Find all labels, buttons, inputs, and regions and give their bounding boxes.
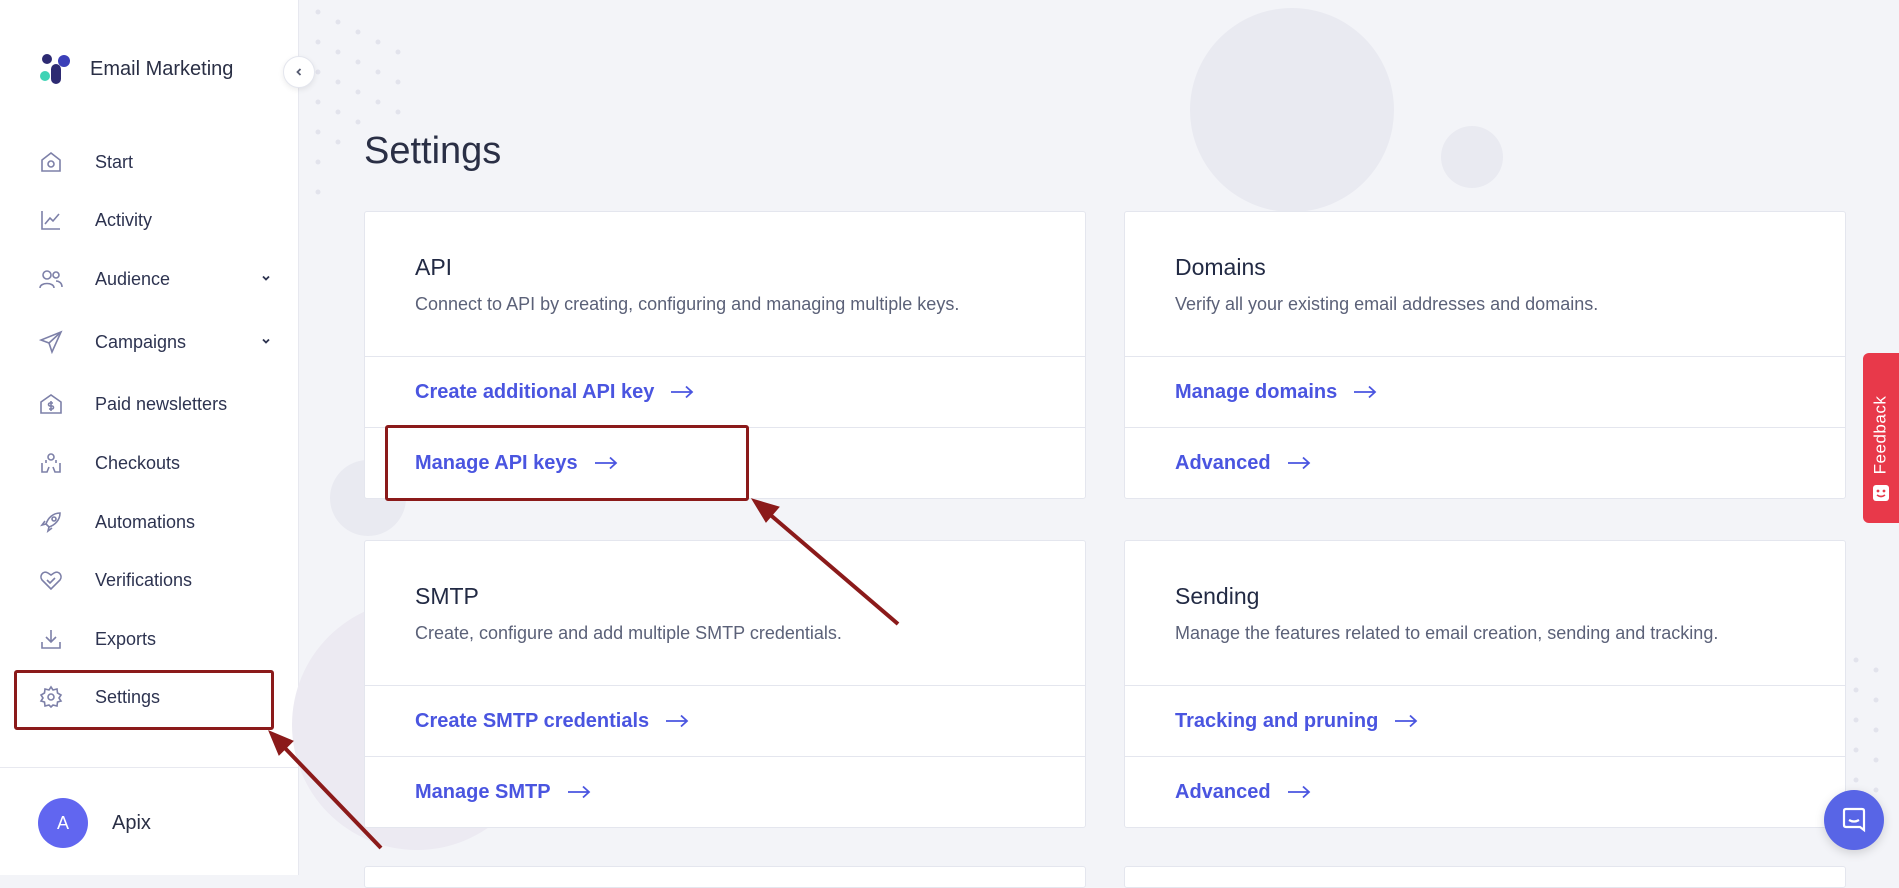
sidebar-item-label: Checkouts [95, 452, 181, 473]
manage-domains-link[interactable]: Manage domains [1125, 357, 1845, 427]
link-label: Advanced [1175, 780, 1271, 803]
chart-line-icon [38, 207, 64, 233]
arrow-right-icon [567, 785, 591, 799]
card-title: SMTP [415, 583, 479, 609]
dollar-house-icon [38, 391, 64, 417]
card-description: Connect to API by creating, configuring … [415, 294, 960, 314]
collapse-sidebar-button[interactable] [283, 56, 315, 88]
sidebar-item-label: Activity [95, 209, 153, 230]
home-icon [38, 149, 64, 175]
settings-card-smtp: SMTP Create, configure and add multiple … [364, 540, 1086, 828]
sidebar-item-exports[interactable]: Exports [38, 619, 278, 659]
arrow-right-icon [1394, 714, 1418, 728]
paper-plane-icon [38, 329, 64, 355]
smiley-icon [1872, 484, 1890, 507]
sidebar-item-paid-newsletters[interactable]: Paid newsletters [38, 384, 278, 424]
domains-advanced-link[interactable]: Advanced [1125, 427, 1845, 498]
settings-card-partial [1124, 866, 1846, 888]
feedback-label: Feedback [1870, 395, 1890, 475]
sidebar-item-automations[interactable]: Automations [38, 502, 278, 542]
sidebar-item-label: Exports [95, 628, 157, 649]
sidebar-item-audience[interactable]: Audience [38, 259, 278, 299]
sidebar: Email Marketing Start Activity Audience [0, 0, 299, 875]
rocket-icon [38, 509, 64, 535]
arrow-right-icon [1287, 785, 1311, 799]
sidebar-item-campaigns[interactable]: Campaigns [38, 322, 278, 362]
sidebar-item-start[interactable]: Start [38, 142, 278, 182]
settings-card-domains: Domains Verify all your existing email a… [1124, 211, 1846, 499]
card-title: API [415, 254, 453, 280]
highlight-box [14, 670, 274, 730]
link-label: Manage SMTP [415, 780, 551, 803]
card-title: Domains [1175, 254, 1266, 280]
user-profile[interactable]: A Apix [38, 798, 151, 848]
sidebar-item-label: Audience [95, 268, 171, 289]
background-dots [315, 9, 401, 195]
arrow-right-icon [670, 385, 694, 399]
chevron-left-icon [296, 68, 302, 76]
sidebar-item-activity[interactable]: Activity [38, 200, 278, 240]
sidebar-item-label: Paid newsletters [95, 393, 228, 414]
hands-coins-icon [38, 450, 64, 476]
feedback-tab[interactable]: Feedback [1863, 353, 1899, 523]
avatar: A [38, 798, 88, 848]
users-icon [38, 266, 64, 292]
brand[interactable]: Email Marketing [38, 52, 233, 86]
sidebar-item-verifications[interactable]: Verifications [38, 560, 278, 600]
create-api-key-link[interactable]: Create additional API key [365, 357, 1085, 427]
link-label: Create additional API key [415, 380, 655, 403]
card-description: Verify all your existing email addresses… [1175, 294, 1599, 314]
link-label: Advanced [1175, 451, 1271, 474]
chevron-down-icon[interactable] [260, 334, 272, 352]
settings-card-partial [364, 866, 1086, 888]
arrow-right-icon [665, 714, 689, 728]
link-label: Create SMTP credentials [415, 709, 650, 732]
brand-logo-icon [38, 52, 72, 86]
heart-check-icon [38, 567, 64, 593]
link-label: Tracking and pruning [1175, 709, 1379, 732]
card-title: Sending [1175, 583, 1260, 609]
link-label: Manage domains [1175, 380, 1338, 403]
background-circle [1190, 8, 1394, 212]
settings-card-sending: Sending Manage the features related to e… [1124, 540, 1846, 828]
card-description: Create, configure and add multiple SMTP … [415, 623, 842, 643]
sidebar-item-checkouts[interactable]: Checkouts [38, 443, 278, 483]
sidebar-item-label: Automations [95, 511, 196, 532]
create-smtp-credentials-link[interactable]: Create SMTP credentials [365, 686, 1085, 756]
sending-advanced-link[interactable]: Advanced [1125, 756, 1845, 827]
sidebar-item-label: Verifications [95, 569, 193, 590]
chat-icon [1842, 807, 1866, 833]
app-name: Email Marketing [90, 57, 234, 80]
highlight-box [385, 425, 749, 501]
page-title: Settings [364, 130, 502, 172]
card-description: Manage the features related to email cre… [1175, 623, 1719, 643]
arrow-right-icon [1353, 385, 1377, 399]
arrow-right-icon [1287, 456, 1311, 470]
sidebar-divider [0, 767, 298, 768]
sidebar-item-label: Campaigns [95, 331, 187, 352]
tracking-and-pruning-link[interactable]: Tracking and pruning [1125, 686, 1845, 756]
chevron-down-icon[interactable] [260, 271, 272, 289]
download-tray-icon [38, 626, 64, 652]
chat-launcher-button[interactable] [1824, 790, 1884, 850]
background-circle [1441, 126, 1503, 188]
manage-smtp-link[interactable]: Manage SMTP [365, 756, 1085, 827]
user-name: Apix [112, 811, 151, 834]
sidebar-item-label: Start [95, 151, 134, 172]
